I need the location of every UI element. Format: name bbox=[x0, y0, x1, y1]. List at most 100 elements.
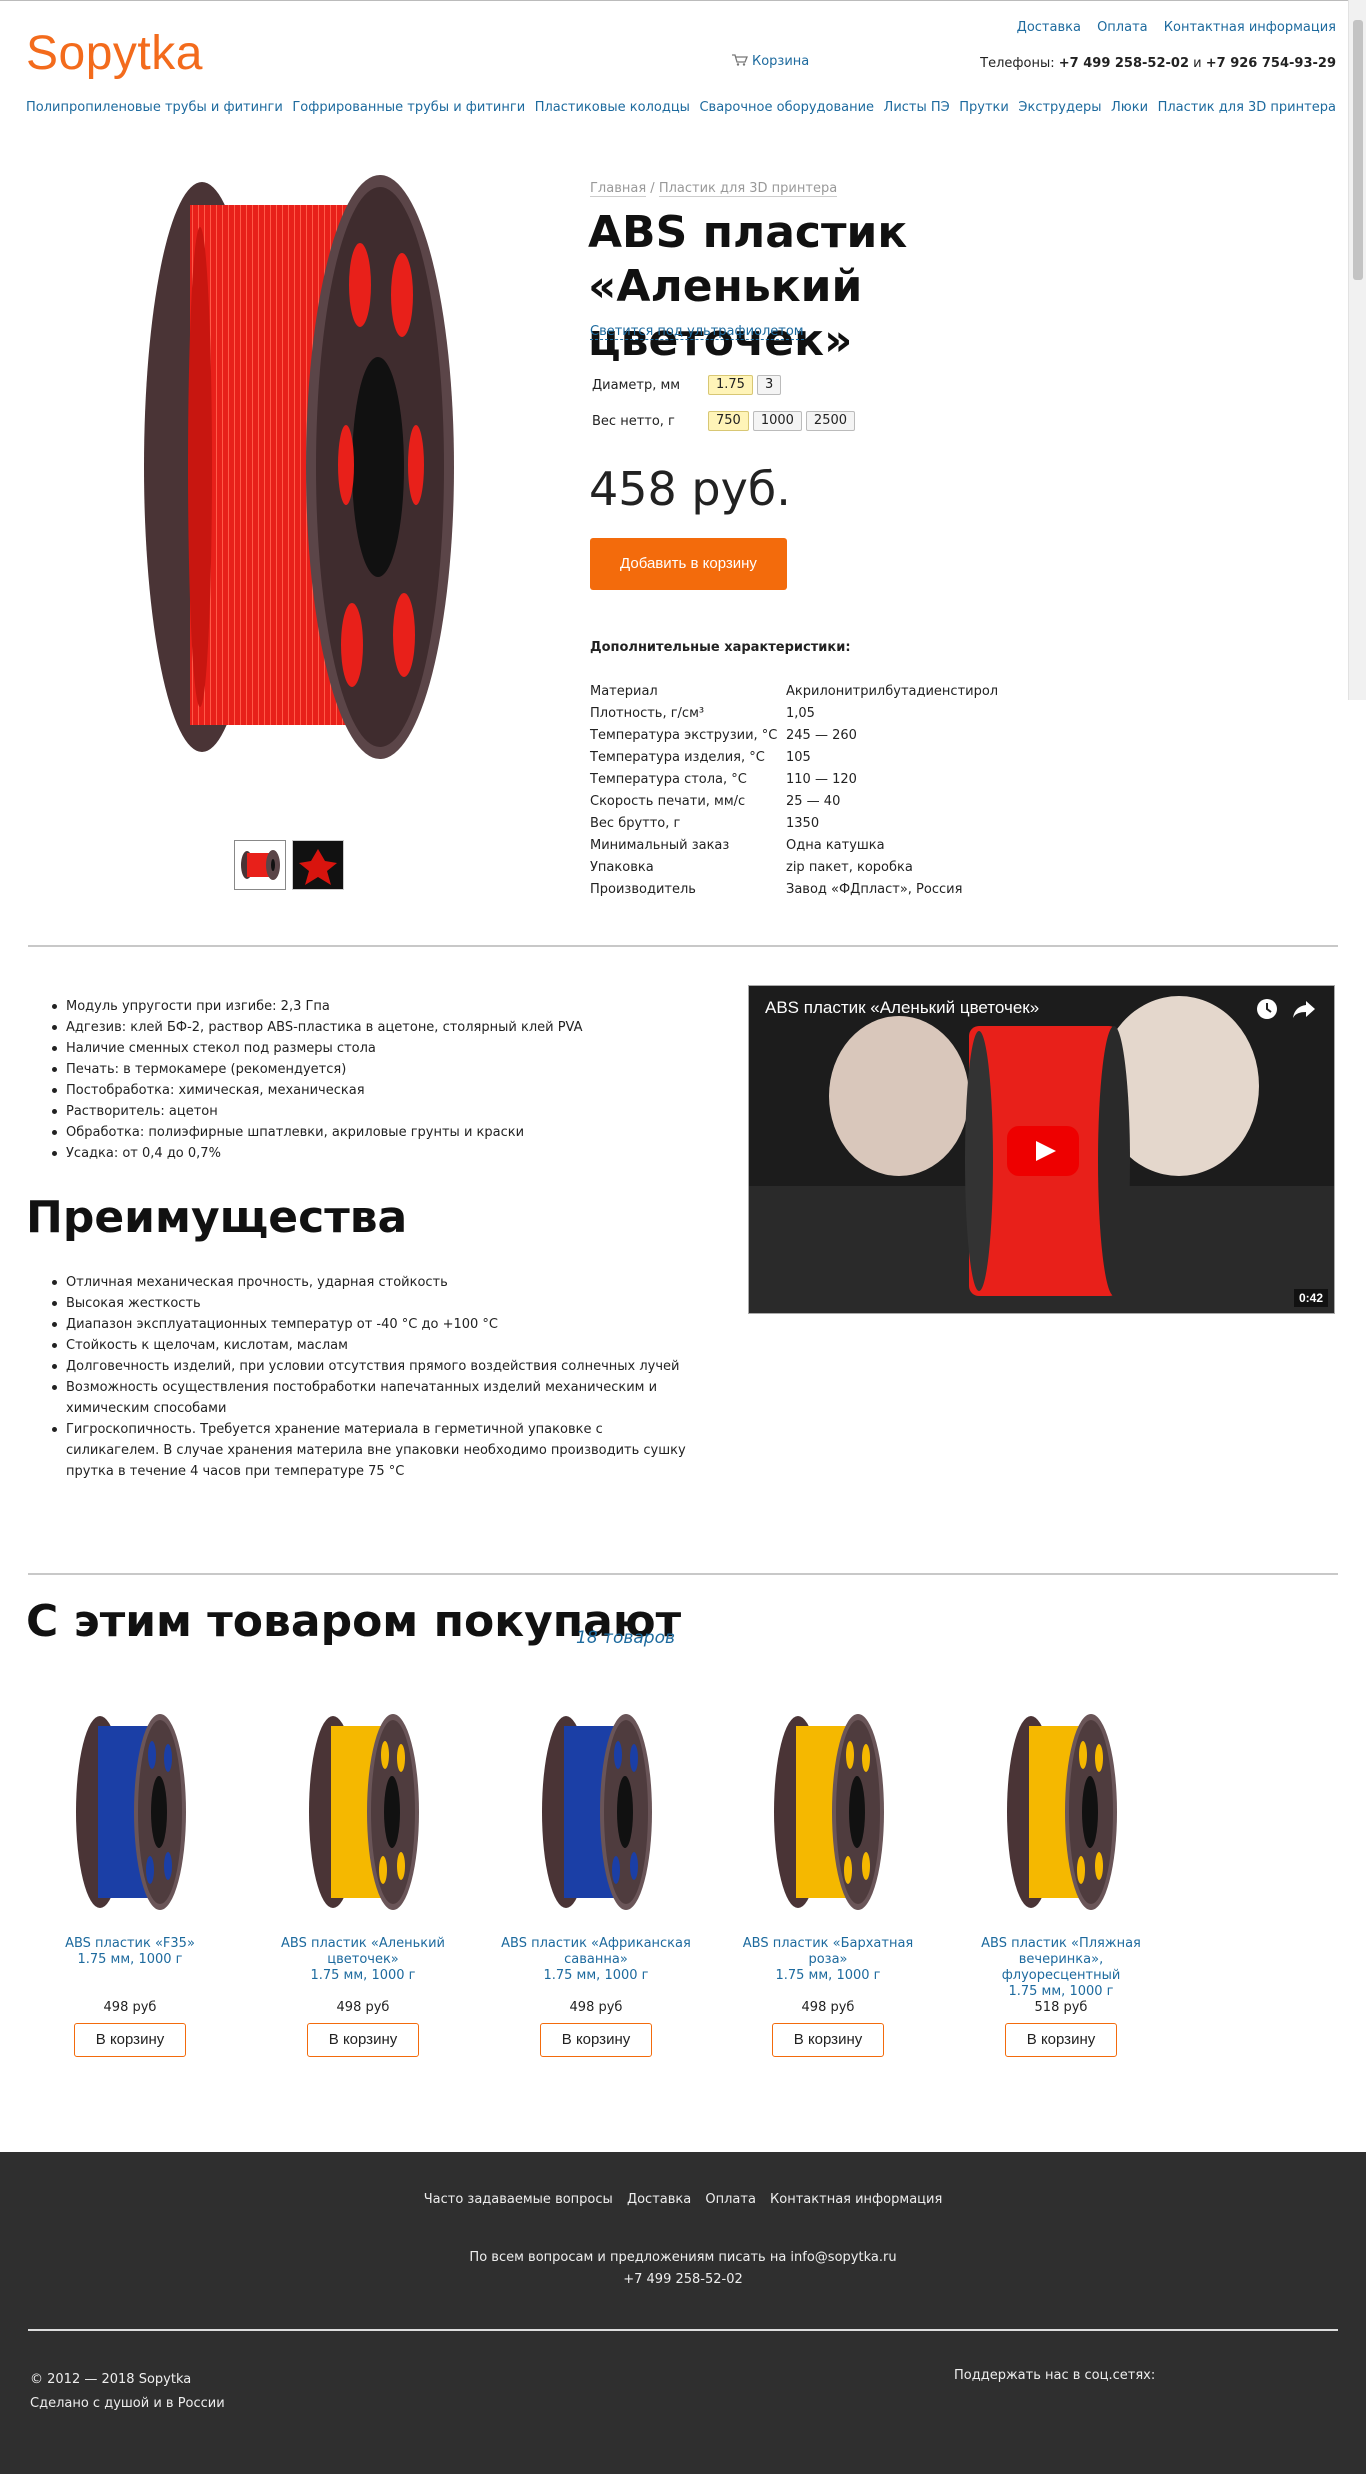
benefit-item: Долговечность изделий, при условии отсут… bbox=[52, 1356, 686, 1377]
spec-name: Температура изделия, °С bbox=[590, 749, 765, 765]
nav-item-hatches[interactable]: Люки bbox=[1111, 100, 1148, 115]
cart-label: Корзина bbox=[752, 54, 810, 69]
related-add-to-cart-button[interactable]: В корзину bbox=[540, 2023, 652, 2057]
footer-link-contacts[interactable]: Контактная информация bbox=[770, 2192, 942, 2207]
cart-link[interactable]: Корзина bbox=[732, 54, 809, 69]
related-add-to-cart-button[interactable]: В корзину bbox=[1005, 2023, 1117, 2057]
specs-title: Дополнительные характеристики: bbox=[590, 640, 851, 655]
phones: Телефоны: +7 499 258-52-02 и +7 926 754-… bbox=[980, 56, 1336, 71]
divider-1 bbox=[28, 945, 1338, 947]
top-link-payment[interactable]: Оплата bbox=[1097, 20, 1148, 35]
related-product-spec: 1.75 мм, 1000 г bbox=[543, 1968, 649, 1983]
watch-later-icon[interactable] bbox=[1256, 998, 1278, 1020]
spool-image[interactable] bbox=[303, 1710, 423, 1914]
benefits-title: Преимущества bbox=[26, 1192, 408, 1243]
play-icon[interactable] bbox=[1007, 1126, 1079, 1176]
spool-image[interactable] bbox=[768, 1710, 888, 1914]
spec-value: 105 bbox=[786, 749, 811, 765]
footer-link-payment[interactable]: Оплата bbox=[705, 2192, 756, 2207]
related-add-to-cart-button[interactable]: В корзину bbox=[772, 2023, 884, 2057]
diameter-option-3[interactable]: 3 bbox=[756, 375, 782, 395]
footer-mail: По всем вопросам и предложениям писать н… bbox=[469, 2250, 897, 2265]
related-product-name[interactable]: ABS пластик «Пляжная вечеринка», флуорес… bbox=[961, 1936, 1161, 2000]
weight-option-750[interactable]: 750 bbox=[708, 411, 749, 431]
divider-2 bbox=[28, 1573, 1338, 1575]
nav-item-rods[interactable]: Прутки bbox=[959, 100, 1009, 115]
feature-item: Растворитель: ацетон bbox=[52, 1101, 686, 1122]
breadcrumb-home[interactable]: Главная bbox=[590, 181, 647, 197]
top-link-contacts[interactable]: Контактная информация bbox=[1164, 20, 1336, 35]
video-player[interactable]: ABS пластик «Аленький цветочек» 0:42 bbox=[748, 985, 1335, 1314]
top-border bbox=[0, 0, 1366, 1]
flower-print-icon bbox=[299, 849, 337, 885]
spec-name: Производитель bbox=[590, 881, 696, 897]
spec-value: 1,05 bbox=[786, 705, 815, 721]
diameter-label: Диаметр, мм bbox=[592, 377, 681, 393]
spool-image bbox=[144, 175, 454, 759]
related-product-name[interactable]: ABS пластик «Аленький цветочек» 1.75 мм, … bbox=[263, 1936, 463, 2000]
spool-image[interactable] bbox=[536, 1710, 656, 1914]
product-image[interactable] bbox=[120, 175, 460, 775]
uv-link[interactable]: Светится под ультрафиолетом bbox=[590, 324, 804, 340]
footer-phone: +7 499 258-52-02 bbox=[623, 2272, 743, 2287]
nav-item-extruders[interactable]: Экструдеры bbox=[1018, 100, 1101, 115]
thumbnail-print[interactable] bbox=[292, 840, 344, 890]
top-link-delivery[interactable]: Доставка bbox=[1017, 20, 1081, 35]
related-product-name[interactable]: ABS пластик «Африканская саванна» 1.75 мм… bbox=[496, 1936, 696, 2000]
spec-value: 1350 bbox=[786, 815, 820, 831]
footer-link-delivery[interactable]: Доставка bbox=[627, 2192, 691, 2207]
nav-item-pe-sheets[interactable]: Листы ПЭ bbox=[884, 100, 950, 115]
related-product-name[interactable]: ABS пластик «Бархатная роза» 1.75 мм, 100… bbox=[728, 1936, 928, 2000]
related-count[interactable]: 18 товаров bbox=[576, 1628, 675, 1648]
footer: Часто задаваемые вопросы Доставка Оплата… bbox=[0, 2152, 1366, 2474]
spec-name: Температура стола, °С bbox=[590, 771, 747, 787]
related-product-card: ABS пластик «Бархатная роза» 1.75 мм, 100… bbox=[728, 1710, 928, 2057]
weight-option-1000[interactable]: 1000 bbox=[752, 411, 802, 431]
top-links: Доставка Оплата Контактная информация bbox=[1005, 20, 1336, 35]
footer-link-faq[interactable]: Часто задаваемые вопросы bbox=[424, 2192, 613, 2207]
spec-name: Минимальный заказ bbox=[590, 837, 730, 853]
scrollbar-thumb[interactable] bbox=[1353, 20, 1363, 280]
phones-label: Телефоны: bbox=[980, 56, 1055, 71]
related-add-to-cart-button[interactable]: В корзину bbox=[74, 2023, 186, 2057]
logo[interactable]: Sopytka bbox=[26, 26, 203, 81]
diameter-option-1-75[interactable]: 1.75 bbox=[708, 375, 753, 395]
footer-social: Поддержать нас в соц.сетях: bbox=[954, 2368, 1156, 2383]
feature-item: Модуль упругости при изгибе: 2,3 Гпа bbox=[52, 996, 686, 1017]
related-add-to-cart-button[interactable]: В корзину bbox=[307, 2023, 419, 2057]
features-list: Модуль упругости при изгибе: 2,3 Гпа Адге… bbox=[52, 996, 686, 1164]
nav-item-welding[interactable]: Сварочное оборудование bbox=[699, 100, 874, 115]
benefit-item: Диапазон эксплуатационных температур от … bbox=[52, 1314, 686, 1335]
cart-icon bbox=[732, 54, 748, 66]
spec-value: Акрилонитрилбутадиенстирол bbox=[786, 683, 999, 699]
related-product-price: 498 руб bbox=[801, 2000, 855, 2015]
spec-row: Скорость печати, мм/с 25 — 40 bbox=[590, 790, 998, 812]
nav-item-corrugated[interactable]: Гофрированные трубы и фитинги bbox=[292, 100, 525, 115]
product-title: ABS пластик «Аленький цветочек» bbox=[588, 206, 1108, 368]
product-title-line2: «Аленький цветочек» bbox=[588, 261, 863, 366]
benefit-item: Отличная механическая прочность, ударная… bbox=[52, 1272, 686, 1293]
breadcrumb-category[interactable]: Пластик для 3D принтера bbox=[658, 181, 838, 197]
spool-image[interactable] bbox=[1001, 1710, 1121, 1914]
copyright-text: © 2012 — 2018 Sopytka bbox=[30, 2372, 192, 2387]
weight-option-2500[interactable]: 2500 bbox=[805, 411, 856, 431]
phone-2: +7 926 754-93-29 bbox=[1205, 56, 1336, 71]
share-icon[interactable] bbox=[1292, 998, 1316, 1020]
main-nav: Полипропиленовые трубы и фитинги Гофриро… bbox=[26, 100, 1336, 115]
related-product-card: ABS пластик «Африканская саванна» 1.75 мм… bbox=[496, 1710, 696, 2057]
nav-item-pp-pipes[interactable]: Полипропиленовые трубы и фитинги bbox=[26, 100, 283, 115]
add-to-cart-button[interactable]: Добавить в корзину bbox=[590, 538, 787, 590]
spec-name: Вес брутто, г bbox=[590, 815, 681, 831]
scrollbar[interactable] bbox=[1348, 0, 1366, 700]
nav-item-wells[interactable]: Пластиковые колодцы bbox=[535, 100, 690, 115]
nav-item-3d-plastic[interactable]: Пластик для 3D принтера bbox=[1158, 100, 1336, 115]
spool-image[interactable] bbox=[70, 1710, 190, 1914]
phone-1: +7 499 258-52-02 bbox=[1058, 56, 1190, 71]
related-product-card: ABS пластик «F35» 1.75 мм, 1000 г 498 руб В… bbox=[30, 1710, 230, 2057]
thumbnail-spool[interactable] bbox=[234, 840, 286, 890]
feature-item: Постобработка: химическая, механическая bbox=[52, 1080, 686, 1101]
specs-table: Материал Акрилонитрилбутадиенстирол Плотно… bbox=[590, 680, 998, 900]
related-product-name[interactable]: ABS пластик «F35» 1.75 мм, 1000 г bbox=[30, 1936, 230, 2000]
related-product-card: ABS пластик «Аленький цветочек» 1.75 мм, … bbox=[263, 1710, 463, 2057]
benefit-item: Высокая жесткость bbox=[52, 1293, 686, 1314]
